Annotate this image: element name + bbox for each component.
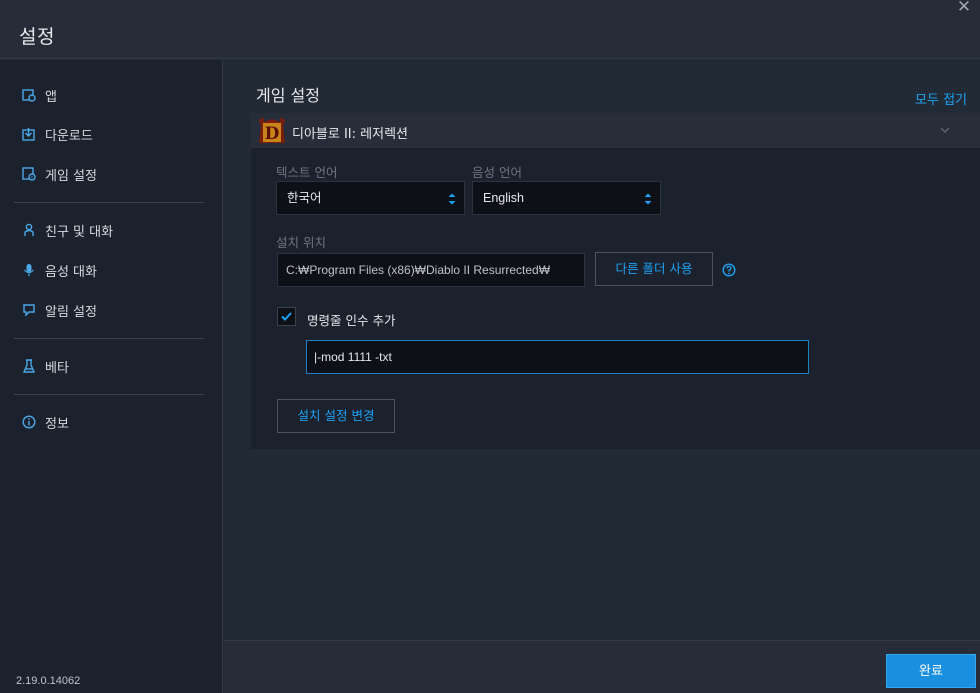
info-icon — [22, 415, 36, 429]
select-arrows-icon — [644, 193, 652, 205]
voice-language-label: 음성 언어 — [472, 165, 522, 180]
game-header[interactable]: D 디아블로 II: 레저렉션 — [251, 113, 980, 149]
voice-language-value: English — [483, 191, 524, 205]
logo-letter: D — [265, 124, 280, 144]
download-icon — [22, 128, 35, 141]
done-button[interactable]: 완료 — [886, 654, 976, 688]
game-name: 디아블로 II: 레저렉션 — [292, 127, 408, 142]
voice-language-select[interactable]: English — [472, 181, 661, 215]
diablo-logo-icon: D — [259, 117, 285, 144]
sidebar-item-notifications[interactable]: 알림 설정 — [22, 299, 97, 321]
text-language-select[interactable]: 한국어 — [276, 181, 465, 215]
install-settings-button[interactable]: 설치 설정 변경 — [277, 399, 395, 433]
sidebar-item-label: 알림 설정 — [45, 304, 97, 320]
sidebar-item-download[interactable]: 다운로드 — [22, 123, 93, 145]
collapse-all-link[interactable]: 모두 접기 — [915, 89, 967, 108]
cmd-args-label: 명령줄 인수 추가 — [307, 313, 396, 328]
title-bar: 설정 ✕ — [0, 0, 980, 59]
game-settings-icon — [22, 167, 36, 181]
cmd-args-input[interactable]: |-mod 1111 -txt — [306, 340, 809, 374]
select-arrows-icon — [448, 193, 456, 205]
beta-flask-icon — [22, 359, 36, 373]
help-icon[interactable] — [722, 263, 736, 277]
sidebar-item-info[interactable]: 정보 — [22, 411, 69, 433]
sidebar: 앱 다운로드 게임 설정 친구 및 대화 음성 대화 알림 설정 베타 정보 — [0, 60, 223, 693]
sidebar-item-label: 음성 대화 — [45, 264, 97, 280]
sidebar-item-app[interactable]: 앱 — [22, 84, 57, 106]
sidebar-item-label: 정보 — [45, 416, 69, 432]
sidebar-item-label: 게임 설정 — [45, 168, 97, 184]
main-content: 게임 설정 모두 접기 D 디아블로 II: 레저렉션 텍스트 언어 한국어 음… — [224, 60, 980, 640]
sidebar-item-label: 친구 및 대화 — [45, 224, 114, 240]
sidebar-item-game-settings[interactable]: 게임 설정 — [22, 163, 97, 185]
sidebar-item-label: 다운로드 — [45, 128, 93, 144]
sidebar-item-friends[interactable]: 친구 및 대화 — [22, 219, 113, 241]
sidebar-item-beta[interactable]: 베타 — [22, 355, 69, 377]
sidebar-item-label: 베타 — [45, 360, 69, 376]
install-location-label: 설치 위치 — [276, 235, 326, 250]
close-icon[interactable]: ✕ — [952, 0, 976, 18]
cmd-args-checkbox[interactable] — [277, 307, 296, 326]
change-folder-button[interactable]: 다른 폴더 사용 — [595, 252, 713, 286]
page-title: 게임 설정 — [256, 86, 320, 105]
window-title: 설정 — [19, 26, 55, 48]
footer: 완료 — [224, 640, 980, 693]
app-settings-icon — [22, 89, 36, 102]
text-language-value: 한국어 — [287, 191, 322, 205]
sidebar-item-voice-chat[interactable]: 음성 대화 — [22, 259, 97, 281]
chevron-down-icon[interactable] — [939, 124, 951, 136]
sidebar-divider — [14, 202, 204, 203]
sidebar-item-label: 앱 — [45, 89, 57, 105]
install-path-field[interactable]: C:₩Program Files (x86)₩Diablo II Resurre… — [277, 253, 585, 287]
checkmark-icon — [281, 312, 292, 321]
version-label: 2.19.0.14062 — [16, 675, 81, 687]
notification-icon — [23, 304, 35, 317]
sidebar-divider — [14, 394, 204, 395]
microphone-icon — [24, 264, 34, 276]
text-language-label: 텍스트 언어 — [276, 165, 338, 180]
sidebar-divider — [14, 338, 204, 339]
friends-icon — [24, 223, 34, 236]
